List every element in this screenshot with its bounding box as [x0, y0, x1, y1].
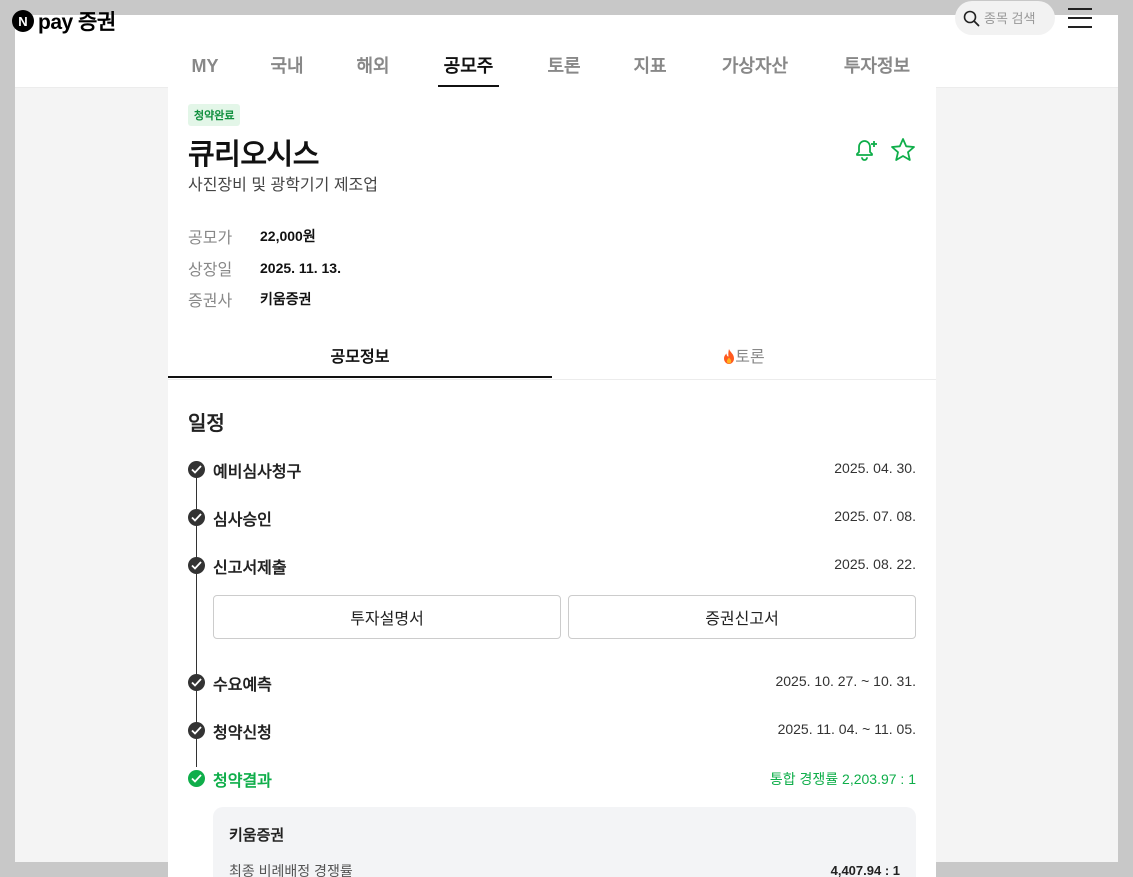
step-name: 신고서제출 [213, 560, 287, 577]
tab-overseas[interactable]: 해외 [349, 50, 397, 87]
step-name: 수요예측 [213, 677, 272, 694]
schedule-step-current: 청약결과 통합 경쟁률 2,203.97 : 1 [188, 766, 916, 792]
industry-label: 사진장비 및 광학기기 제조업 [188, 177, 378, 194]
step-date: 2025. 07. 08. [834, 508, 916, 524]
step-date: 2025. 08. 22. [834, 556, 916, 572]
schedule-step: 심사승인 2025. 07. 08. [188, 505, 916, 531]
ipo-detail-panel: 청약완료 큐리오시스 사진장비 및 광학기기 제조업 공모가 22,000원 상… [168, 87, 936, 877]
info-value: 키움증권 [260, 291, 312, 307]
info-label: 증권사 [188, 293, 233, 310]
favorite-star-icon[interactable] [890, 137, 916, 163]
hamburger-menu-icon[interactable] [1068, 8, 1092, 30]
info-row-underwriter: 증권사 키움증권 [188, 287, 312, 311]
company-name: 큐리오시스 [188, 139, 319, 171]
registration-statement-button[interactable]: 증권신고서 [568, 595, 916, 639]
sub-tabs: 공모정보 토론 [168, 337, 936, 380]
tab-invest-info[interactable]: 투자정보 [836, 50, 918, 87]
naver-logo-icon: N [12, 10, 34, 32]
step-date: 2025. 04. 30. [834, 460, 916, 476]
tab-discussion-label: 토론 [735, 349, 765, 366]
status-badge: 청약완료 [188, 104, 241, 126]
info-value: 22,000원 [260, 228, 316, 244]
prospectus-button[interactable]: 투자설명서 [213, 595, 561, 639]
main-nav: MY 국내 해외 공모주 토론 지표 가상자산 투자정보 [0, 50, 1133, 87]
schedule-step: 청약신청 2025. 11. 04. ~ 11. 05. [188, 718, 916, 744]
tab-discussion-sub[interactable]: 토론 [552, 337, 936, 378]
step-name: 심사승인 [213, 512, 272, 529]
step-name: 청약신청 [213, 725, 272, 742]
info-row-listing-date: 상장일 2025. 11. 13. [188, 256, 341, 280]
step-date: 통합 경쟁률 2,203.97 : 1 [769, 771, 916, 787]
schedule-step: 수요예측 2025. 10. 27. ~ 10. 31. [188, 670, 916, 696]
check-circle-icon [188, 509, 205, 526]
step-date: 2025. 10. 27. ~ 10. 31. [775, 673, 916, 689]
result-broker: 키움증권 [229, 827, 285, 844]
check-circle-icon [188, 722, 205, 739]
tab-crypto[interactable]: 가상자산 [714, 50, 796, 87]
check-circle-icon [188, 674, 205, 691]
tab-ipo-info[interactable]: 공모정보 [168, 337, 552, 378]
tab-discussion[interactable]: 토론 [540, 50, 588, 87]
search-icon [963, 10, 980, 26]
step-name: 청약결과 [213, 773, 272, 790]
schedule-title: 일정 [188, 413, 225, 435]
schedule-step: 예비심사청구 2025. 04. 30. [188, 457, 916, 483]
top-bar: N pay 증권 [0, 0, 1133, 37]
result-label: 최종 비례배정 경쟁률 [229, 863, 353, 877]
tab-ipo[interactable]: 공모주 [438, 50, 499, 87]
tab-domestic[interactable]: 국내 [263, 50, 311, 87]
info-row-offer-price: 공모가 22,000원 [188, 224, 316, 248]
tab-my[interactable]: MY [183, 50, 227, 87]
brand-logo[interactable]: N pay 증권 [12, 6, 116, 36]
check-circle-icon [188, 461, 205, 478]
brand-name: pay 증권 [38, 11, 116, 34]
info-label: 상장일 [188, 262, 233, 279]
check-circle-icon [188, 557, 205, 574]
bell-add-icon[interactable] [852, 137, 878, 163]
check-circle-icon [188, 770, 205, 787]
schedule-step: 신고서제출 2025. 08. 22. [188, 553, 916, 579]
info-value: 2025. 11. 13. [260, 260, 341, 276]
tab-indicators[interactable]: 지표 [626, 50, 674, 87]
info-label: 공모가 [188, 230, 233, 247]
result-value: 4,407.94 : 1 [830, 863, 900, 877]
search-box[interactable] [955, 1, 1055, 35]
step-name: 예비심사청구 [213, 464, 302, 481]
step-date: 2025. 11. 04. ~ 11. 05. [777, 721, 916, 737]
fire-icon [724, 349, 735, 364]
result-card: 키움증권 최종 비례배정 경쟁률 4,407.94 : 1 [213, 807, 916, 877]
search-input[interactable] [984, 10, 1052, 26]
